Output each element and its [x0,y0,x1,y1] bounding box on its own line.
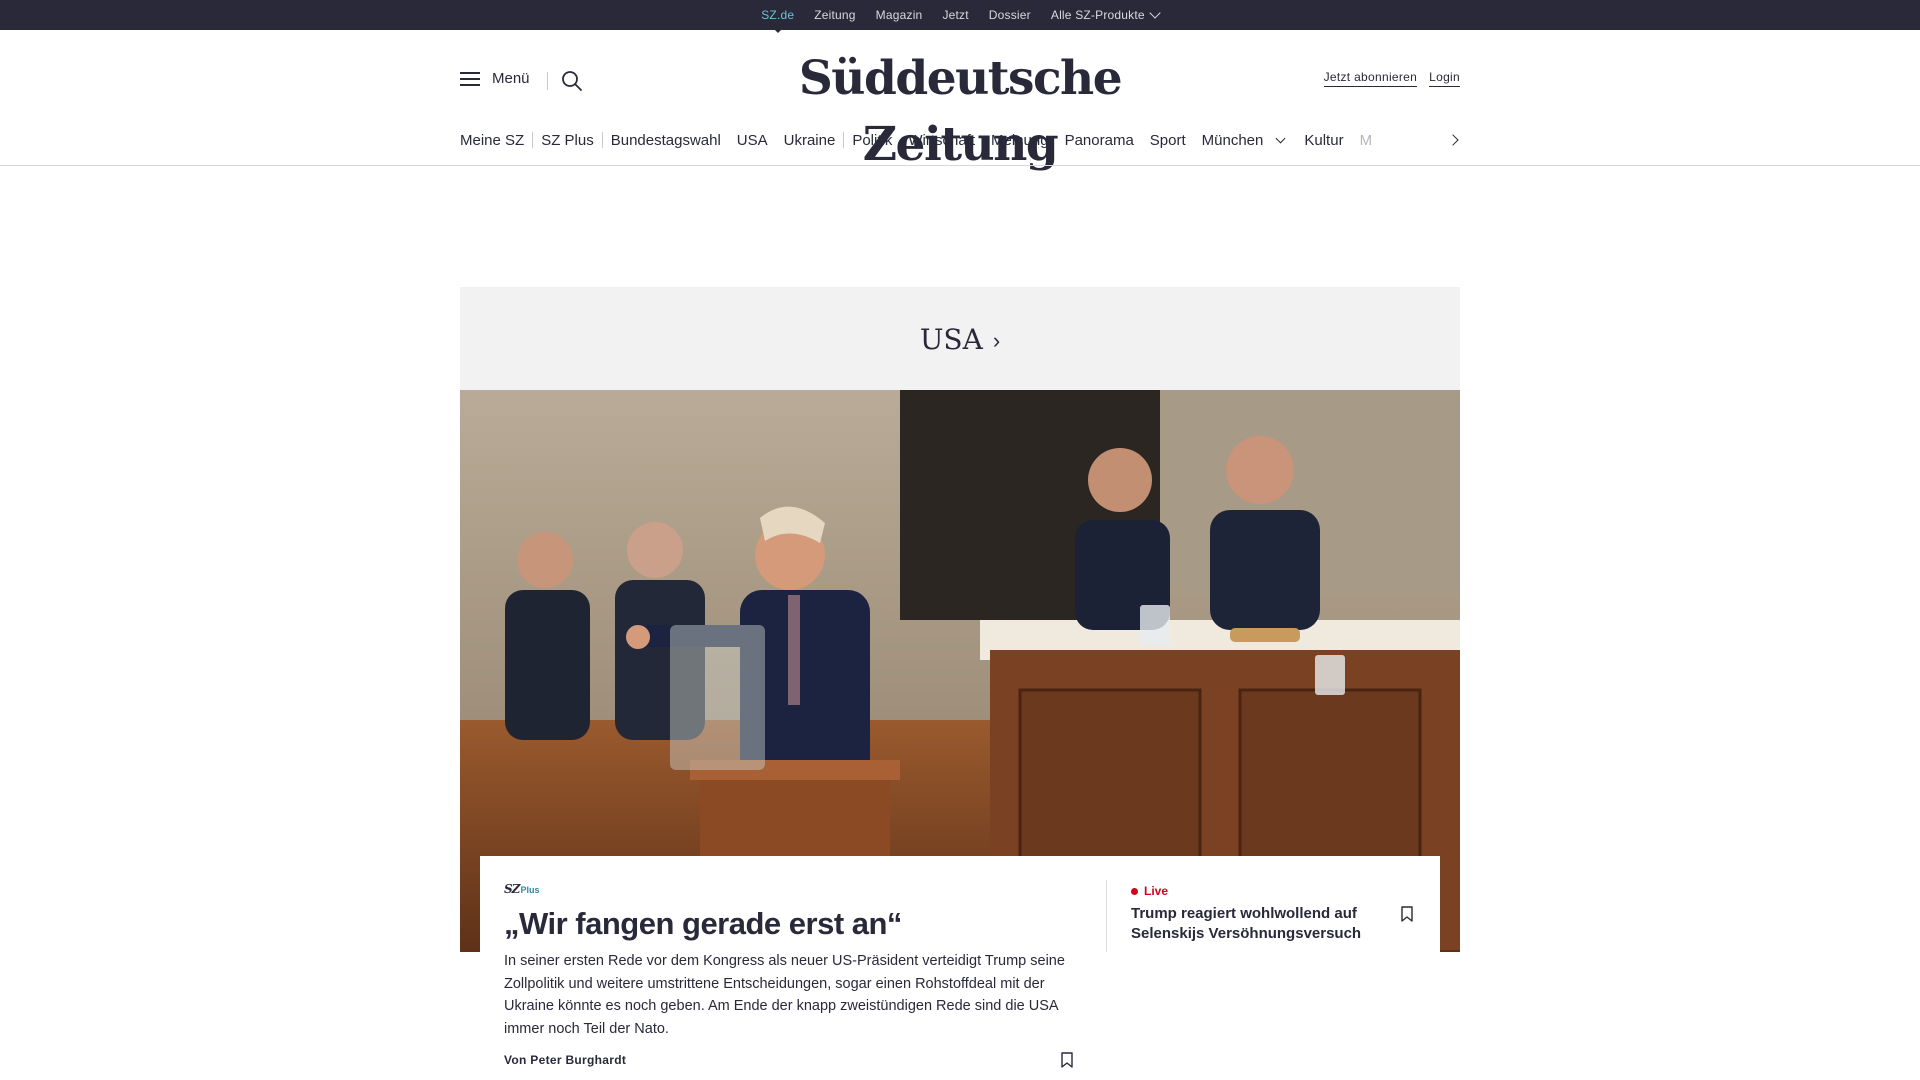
ressort-nav: Meine SZ SZ Plus Bundestagswahl USA Ukra… [460,126,1460,154]
lead-author: Von Peter Burghardt [504,1053,627,1067]
topbar-link-jetzt[interactable]: Jetzt [942,8,968,22]
nav-item-usa[interactable]: USA [729,132,776,149]
bookmark-icon[interactable] [1401,906,1413,922]
login-link[interactable]: Login [1429,70,1460,87]
nav-item-ukraine[interactable]: Ukraine [776,132,844,149]
bookmark-icon[interactable] [1061,1052,1073,1068]
section-header-usa[interactable]: USA › [460,287,1460,391]
chevron-right-icon [1446,134,1459,146]
subscribe-link[interactable]: Jetzt abonnieren [1323,70,1418,87]
chevron-down-icon [1149,7,1161,19]
header-bottom-border [0,165,1920,166]
sz-plus-badge: SZ Plus [504,882,539,896]
site-header: Menü Süddeutsche Zeitung Jetzt abonniere… [460,30,1460,172]
header-divider [547,72,548,90]
search-icon[interactable] [561,70,583,92]
hamburger-icon [460,71,480,86]
topbar-link-szde[interactable]: SZ.de [761,8,794,33]
site-logo[interactable]: Süddeutsche Zeitung [722,46,1198,178]
nav-scroll-right-button[interactable] [1446,130,1460,150]
menu-button[interactable]: Menü [460,70,530,87]
lead-headline[interactable]: „Wir fangen gerade erst an“ [504,906,1084,942]
nav-item-panorama[interactable]: Panorama [1057,132,1142,149]
topbar-link-zeitung[interactable]: Zeitung [814,8,855,22]
product-bar: SZ.de Zeitung Magazin Jetzt Dossier Alle… [0,0,1920,33]
nav-item-meinung[interactable]: Meinung [983,132,1057,149]
topbar-link-dossier[interactable]: Dossier [989,8,1031,22]
section-title: USA [919,322,983,356]
nav-item-muenchen-label: München [1201,131,1264,149]
menu-label: Menü [492,70,530,87]
account-links: Jetzt abonnieren Login [1323,70,1460,87]
sz-plus-badge-plus: Plus [520,885,540,895]
nav-item-bundestagswahl[interactable]: Bundestagswahl [603,132,729,149]
nav-item-wirtschaft[interactable]: Wirtschaft [900,132,983,149]
chevron-down-icon [1275,133,1286,143]
topbar-link-alle-produkte-label: Alle SZ-Produkte [1050,8,1145,22]
nav-item-politik[interactable]: Politik [844,132,900,149]
nav-item-kultur[interactable]: Kultur [1296,132,1351,149]
card-divider [1106,880,1107,952]
nav-item-more-truncated[interactable]: M [1352,132,1381,149]
lead-article-card[interactable]: SZ Plus „Wir fangen gerade erst an“ In s… [480,856,1440,1080]
chevron-right-icon: › [992,328,1001,353]
nav-item-meine-sz[interactable]: Meine SZ [460,132,532,149]
live-label-text: Live [1144,884,1169,898]
nav-item-muenchen[interactable]: München [1194,132,1297,149]
nav-item-sz-plus[interactable]: SZ Plus [533,132,602,149]
lead-teaser-text: In seiner ersten Rede vor dem Kongress a… [504,953,1065,1037]
nav-item-sport[interactable]: Sport [1142,132,1194,149]
topbar-link-magazin[interactable]: Magazin [876,8,923,22]
live-label: Live [1131,884,1168,898]
sz-plus-badge-sz: SZ [504,882,520,896]
live-dot-icon [1131,887,1138,895]
side-article-headline[interactable]: Trump reagiert wohlwollend auf Selenskij… [1131,904,1381,944]
topbar-link-alle-produkte[interactable]: Alle SZ-Produkte [1050,7,1161,22]
